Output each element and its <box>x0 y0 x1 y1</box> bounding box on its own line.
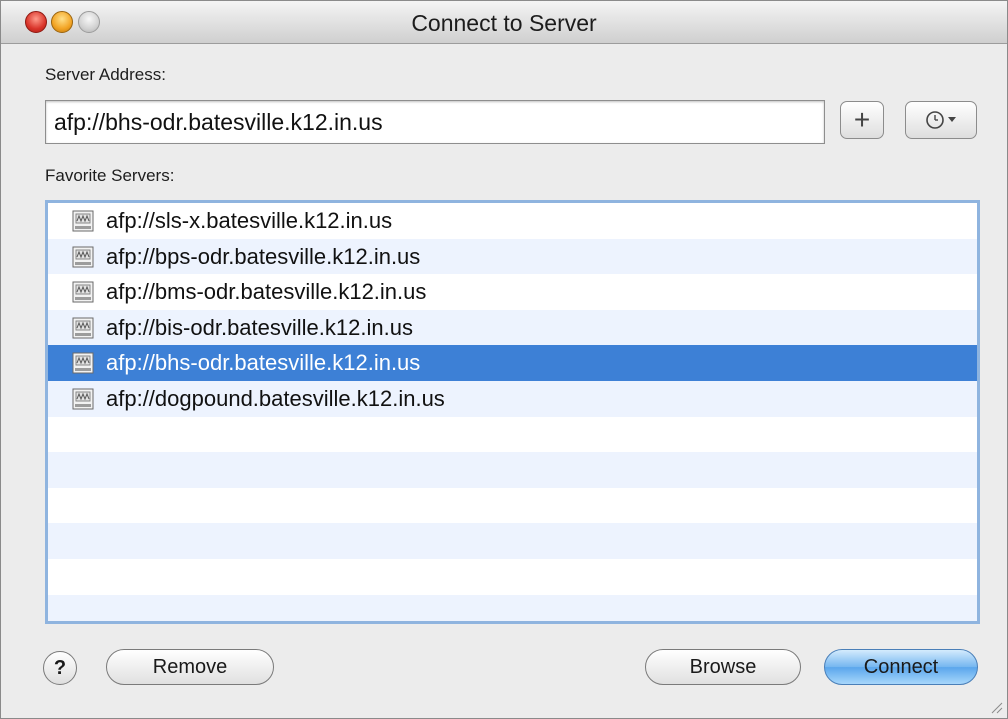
empty-row <box>48 523 977 559</box>
remove-button[interactable]: Remove <box>106 649 274 685</box>
server-url: afp://bms-odr.batesville.k12.in.us <box>106 279 427 305</box>
server-icon <box>72 281 94 303</box>
recent-servers-button[interactable] <box>905 101 977 139</box>
list-item[interactable]: afp://dogpound.batesville.k12.in.us <box>48 380 977 417</box>
list-item[interactable]: afp://bis-odr.batesville.k12.in.us <box>48 309 977 346</box>
title-bar: Connect to Server <box>1 1 1007 44</box>
list-item[interactable]: afp://bms-odr.batesville.k12.in.us <box>48 274 977 310</box>
server-address-input[interactable]: afp://bhs-odr.batesville.k12.in.us <box>45 100 825 144</box>
add-favorite-button[interactable]: + <box>840 101 884 139</box>
question-mark-icon: ? <box>53 656 67 679</box>
server-url: afp://bhs-odr.batesville.k12.in.us <box>106 350 421 376</box>
empty-row <box>48 452 977 488</box>
server-icon <box>72 246 94 268</box>
connect-button[interactable]: Connect <box>824 649 978 685</box>
list-item[interactable]: afp://bps-odr.batesville.k12.in.us <box>48 238 977 275</box>
resize-grip-icon[interactable] <box>989 700 1003 714</box>
server-url: afp://bps-odr.batesville.k12.in.us <box>106 243 421 269</box>
server-icon <box>72 352 94 374</box>
server-icon <box>72 317 94 339</box>
plus-icon: + <box>853 104 871 135</box>
server-icon <box>72 210 94 232</box>
connect-to-server-window: Connect to Server Server Address: afp://… <box>0 0 1008 719</box>
empty-row <box>48 417 977 453</box>
list-item[interactable]: afp://sls-x.batesville.k12.in.us <box>48 203 977 239</box>
empty-row <box>48 594 977 621</box>
help-button[interactable]: ? <box>43 651 77 685</box>
server-address-label: Server Address: <box>45 65 166 84</box>
list-item-selected[interactable]: afp://bhs-odr.batesville.k12.in.us <box>48 345 977 381</box>
server-url: afp://sls-x.batesville.k12.in.us <box>106 208 393 233</box>
clock-icon <box>926 111 956 129</box>
favorite-servers-label: Favorite Servers: <box>45 166 175 185</box>
empty-row <box>48 488 977 524</box>
window-title: Connect to Server <box>411 10 597 36</box>
server-icon <box>72 388 94 410</box>
server-url: afp://bis-odr.batesville.k12.in.us <box>106 314 413 340</box>
empty-row <box>48 559 977 595</box>
favorite-servers-list[interactable]: afp://sls-x.batesville.k12.in.us afp://b… <box>45 200 980 624</box>
browse-button[interactable]: Browse <box>645 649 801 685</box>
server-url: afp://dogpound.batesville.k12.in.us <box>106 385 445 411</box>
